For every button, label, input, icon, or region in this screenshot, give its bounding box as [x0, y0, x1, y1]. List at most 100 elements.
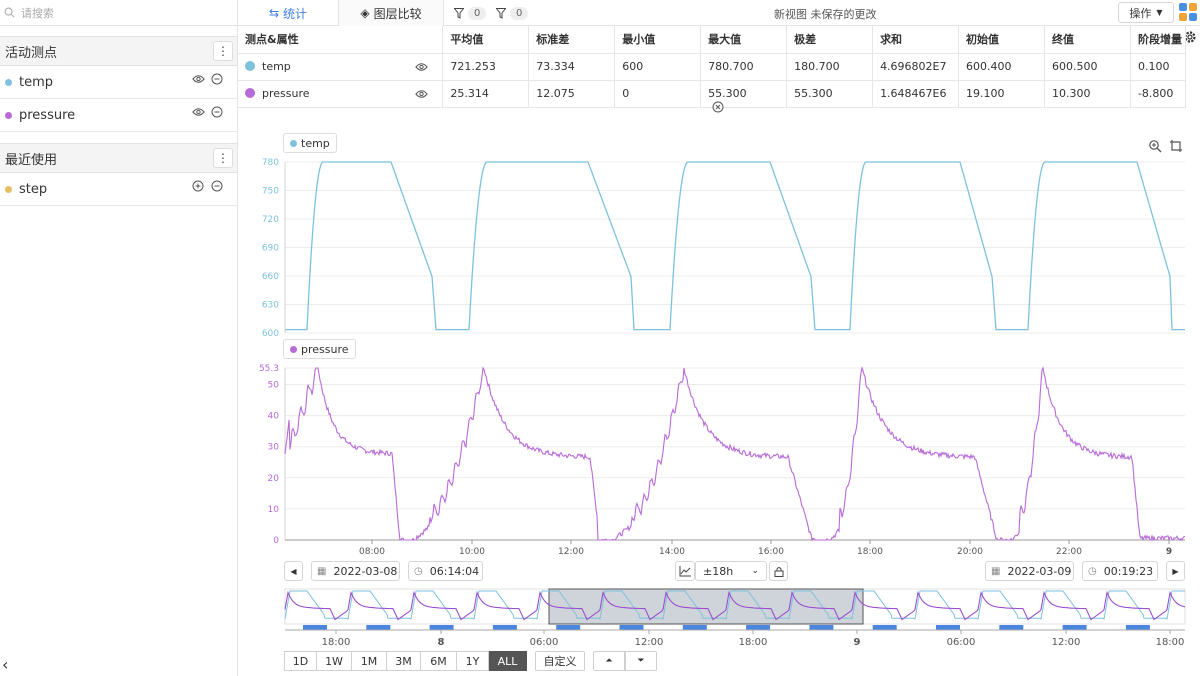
arrow-up-box-icon: ⏶: [605, 656, 613, 666]
tab-stats[interactable]: ⇆ 统计: [238, 0, 339, 26]
search-box[interactable]: 请搜索: [0, 0, 237, 26]
y-tick-label: 660: [262, 272, 279, 282]
expand-down-button[interactable]: ⏷: [625, 651, 657, 671]
view-title: 新视图 未保存的更改: [774, 8, 877, 21]
y-tick-label: 10: [268, 505, 280, 515]
col-header: 求和: [872, 26, 960, 54]
table-cell: 73.334: [528, 53, 616, 81]
start-date-input[interactable]: ▦ 2022-03-08: [311, 561, 400, 581]
legend-label: temp: [301, 136, 330, 150]
step-back-button[interactable]: ◀: [284, 561, 303, 581]
caret-right-icon: ▶: [1172, 566, 1179, 576]
tab-stats-label: 统计: [283, 6, 308, 21]
y-tick-label: 750: [262, 187, 279, 197]
end-time-input[interactable]: ◷ 00:19:23: [1082, 561, 1158, 581]
step-segment-bar: [429, 625, 454, 630]
y-tick-label: 630: [262, 301, 279, 311]
pressure-series-line[interactable]: [284, 365, 1186, 542]
zoom-in-icon[interactable]: [1148, 139, 1162, 153]
tab-layers[interactable]: ◈ 图层比较: [339, 0, 444, 26]
active-point-label: temp: [19, 74, 54, 90]
active-point-item[interactable]: pressure: [0, 99, 237, 132]
step-segment-bar: [1125, 625, 1150, 630]
expand-up-button[interactable]: ⏶: [593, 651, 625, 671]
range-button-1w[interactable]: 1W: [317, 651, 352, 671]
stats-header-row: 测点&属性 平均值 标准差 最小值 最大值 极差 求和 初始值 终值 阶段增量: [238, 26, 1187, 54]
table-cell: 180.700: [786, 53, 874, 81]
range-button-3m[interactable]: 3M: [387, 651, 421, 671]
range-button-1y[interactable]: 1Y: [457, 651, 489, 671]
span-select[interactable]: ±18h ⌄: [695, 561, 767, 581]
series-color-dot: [5, 185, 12, 193]
span-value: ±18h: [703, 564, 734, 578]
step-segment-bar: [746, 625, 771, 630]
chart-area[interactable]: 780 750 720 690 660 630 600 55.3 50 40 30 20 10 0 08:0…: [238, 120, 1200, 560]
clock-icon: ◷: [414, 565, 423, 577]
range-button-all[interactable]: ALL: [489, 651, 527, 671]
series-color-dot: [245, 61, 255, 71]
legend-chip-pressure[interactable]: pressure: [283, 339, 356, 359]
x-tick-label: 16:00: [758, 547, 784, 557]
remove-icon[interactable]: [211, 106, 223, 120]
eye-icon[interactable]: [192, 107, 205, 119]
x-tick-label: 22:00: [1056, 547, 1082, 557]
start-date-value: 2022-03-08: [333, 564, 398, 578]
active-points-title: 活动测点: [5, 45, 58, 61]
navigator-tick-label: 12:00: [635, 637, 664, 648]
lock-button[interactable]: [769, 561, 788, 581]
range-button-6m[interactable]: 6M: [421, 651, 457, 671]
eye-icon[interactable]: [415, 89, 429, 102]
actions-dropdown[interactable]: 操作 ▼: [1118, 2, 1174, 23]
sidebar: 请搜索 活动测点 ⋮ temp pressure 最近使用 ⋮ step ‹: [0, 0, 238, 676]
eye-icon[interactable]: [192, 74, 205, 86]
add-icon[interactable]: [192, 180, 204, 194]
custom-range-button[interactable]: 自定义: [535, 651, 585, 671]
y-tick-label: 30: [268, 443, 280, 453]
col-header: 最大值: [700, 26, 788, 54]
collapse-sidebar-icon[interactable]: ‹: [2, 655, 8, 674]
reset-zoom-icon[interactable]: [1169, 139, 1183, 153]
time-navigator[interactable]: 18:00 8 06:00 12:00 18:00 9 06:00 12:00 18:00: [238, 584, 1200, 650]
navigator-tick-label: 12:00: [1052, 637, 1081, 648]
active-point-item[interactable]: temp: [0, 66, 237, 99]
end-date-input[interactable]: ▦ 2022-03-09: [985, 561, 1074, 581]
table-cell: 600.400: [958, 53, 1045, 81]
col-header: 测点&属性: [238, 26, 444, 54]
legend-chip-temp[interactable]: temp: [283, 133, 337, 153]
y-tick-label: 780: [262, 158, 279, 168]
remove-icon[interactable]: [211, 180, 223, 194]
navigator-tick-label: 18:00: [322, 637, 351, 648]
filter-button[interactable]: 0: [454, 4, 487, 22]
y-tick-label: 20: [268, 474, 280, 484]
table-cell: 600.500: [1044, 53, 1131, 81]
col-header: 初始值: [958, 26, 1045, 54]
eye-icon[interactable]: [415, 62, 429, 75]
table-cell: 1.648467E6: [872, 80, 960, 108]
filter-button-2[interactable]: 0: [496, 4, 529, 22]
x-tick-label: 14:00: [659, 547, 685, 557]
series-color-dot: [5, 78, 12, 86]
app-grid-icon[interactable]: [1178, 2, 1198, 22]
table-cell: -8.800: [1130, 80, 1187, 108]
range-button-1d[interactable]: 1D: [284, 651, 317, 671]
calendar-icon: ▦: [991, 565, 1001, 577]
y-tick-label: 720: [262, 215, 279, 225]
table-row[interactable]: temp 721.253 73.334 600 780.700 180.700 …: [238, 53, 1187, 81]
remove-icon[interactable]: [211, 73, 223, 87]
swap-icon: ⇆: [268, 6, 280, 20]
y-tick-label: 0: [273, 536, 279, 546]
step-segment-bar: [809, 625, 834, 630]
chart-type-button[interactable]: [675, 561, 695, 581]
search-input[interactable]: 请搜索: [21, 5, 54, 21]
clear-icon[interactable]: [712, 101, 724, 113]
recent-item[interactable]: step: [0, 173, 237, 206]
step-forward-button[interactable]: ▶: [1166, 561, 1185, 581]
point-name: pressure: [262, 87, 310, 100]
clock-icon: ◷: [1088, 565, 1097, 577]
active-points-menu-button[interactable]: ⋮: [213, 41, 233, 61]
range-button-1m[interactable]: 1M: [352, 651, 387, 671]
x-tick-label: 12:00: [558, 547, 584, 557]
recent-menu-button[interactable]: ⋮: [213, 148, 233, 168]
lock-icon: [774, 566, 783, 577]
start-time-input[interactable]: ◷ 06:14:04: [408, 561, 483, 581]
